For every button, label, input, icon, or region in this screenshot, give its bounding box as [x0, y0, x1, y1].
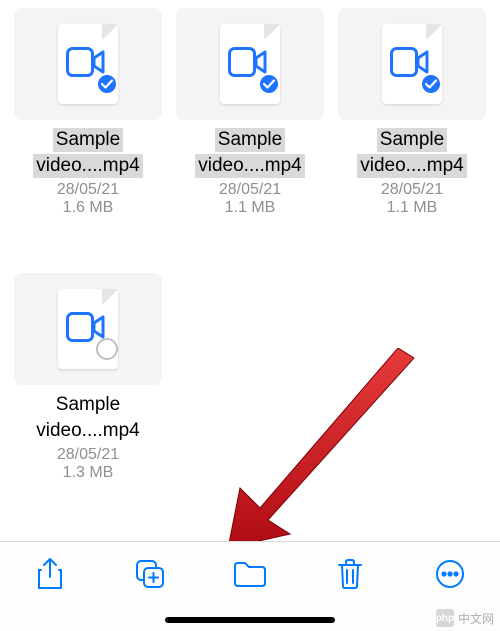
move-button[interactable] — [226, 554, 274, 594]
selection-check-icon — [420, 73, 442, 95]
file-date: 28/05/21 — [219, 181, 281, 199]
video-file-icon — [66, 47, 110, 81]
file-name-line2: video....mp4 — [33, 154, 143, 178]
file-item[interactable]: Sample video....mp4 28/05/21 1.1 MB — [176, 8, 324, 217]
watermark-text: 中文网 — [458, 610, 494, 627]
file-thumbnail — [176, 8, 324, 120]
video-file-icon — [228, 47, 272, 81]
file-name-line1: Sample — [53, 128, 123, 152]
home-indicator[interactable] — [165, 617, 335, 623]
selection-check-icon — [258, 73, 280, 95]
selection-empty-icon — [96, 338, 118, 360]
duplicate-button[interactable] — [126, 554, 174, 594]
file-item[interactable]: Sample video....mp4 28/05/21 1.6 MB — [14, 8, 162, 217]
share-icon — [36, 557, 64, 591]
file-name-line2: video....mp4 — [33, 419, 143, 443]
bottom-toolbar — [0, 541, 500, 631]
file-name-line1: Sample — [377, 128, 447, 152]
video-file-icon — [66, 312, 110, 346]
file-name-line2: video....mp4 — [357, 154, 467, 178]
more-icon — [435, 559, 465, 589]
share-button[interactable] — [26, 554, 74, 594]
trash-icon — [336, 558, 364, 590]
more-button[interactable] — [426, 554, 474, 594]
file-thumbnail — [14, 8, 162, 120]
file-date: 28/05/21 — [57, 181, 119, 199]
video-file-icon — [390, 47, 434, 81]
file-name-line1: Sample — [215, 128, 285, 152]
file-thumbnail — [338, 8, 486, 120]
folder-icon — [233, 560, 267, 588]
file-size: 1.1 MB — [387, 199, 438, 217]
file-name-line2: video....mp4 — [195, 154, 305, 178]
watermark-logo: php — [436, 609, 454, 627]
file-size: 1.1 MB — [225, 199, 276, 217]
duplicate-icon — [135, 559, 165, 589]
file-grid: Sample video....mp4 28/05/21 1.6 MB Samp… — [0, 0, 500, 538]
file-thumbnail — [14, 273, 162, 385]
watermark: php 中文网 — [436, 609, 494, 627]
file-size: 1.3 MB — [63, 464, 114, 482]
selection-check-icon — [96, 73, 118, 95]
file-item[interactable]: Sample video....mp4 28/05/21 1.1 MB — [338, 8, 486, 217]
file-item[interactable]: Sample video....mp4 28/05/21 1.3 MB — [14, 273, 162, 482]
file-size: 1.6 MB — [63, 199, 114, 217]
file-date: 28/05/21 — [57, 446, 119, 464]
delete-button[interactable] — [326, 554, 374, 594]
file-name-line1: Sample — [53, 393, 123, 417]
file-date: 28/05/21 — [381, 181, 443, 199]
